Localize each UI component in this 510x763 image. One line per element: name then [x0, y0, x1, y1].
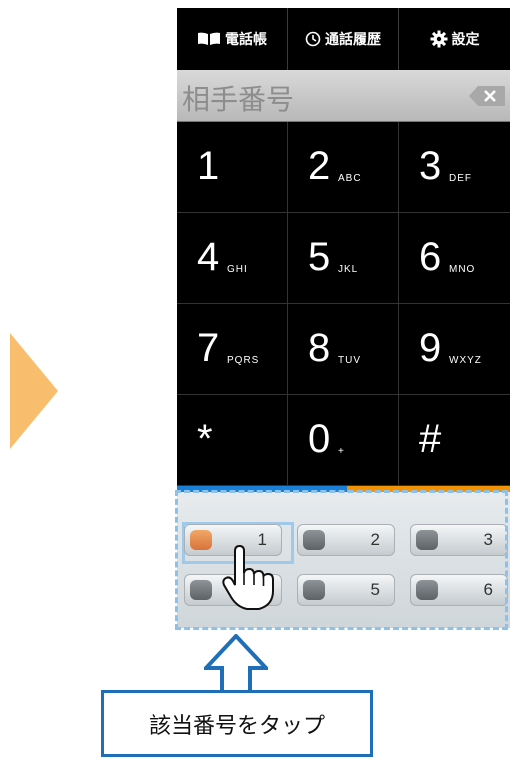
next-arrow-icon [10, 333, 58, 449]
number-placeholder: 相手番号 [182, 83, 295, 116]
key-letters: + [338, 446, 345, 457]
backspace-icon[interactable] [468, 85, 506, 107]
key-3[interactable]: 3 DEF [399, 122, 510, 213]
key-digit: 0 [308, 417, 331, 461]
key-digit: 2 [308, 144, 331, 188]
key-letters: JKL [338, 264, 359, 275]
key-0[interactable]: 0 + [288, 395, 399, 486]
instruction-callout: 該当番号をタップ [101, 690, 373, 757]
key-digit: # [419, 417, 442, 461]
key-digit: 8 [308, 326, 331, 370]
tab-settings-label: 設定 [451, 32, 480, 48]
key-letters: ABC [338, 173, 362, 184]
tab-history[interactable]: 通話履歴 [288, 8, 399, 70]
key-letters: MNO [449, 264, 476, 275]
key-2[interactable]: 2 ABC [288, 122, 399, 213]
key-9[interactable]: 9 WXYZ [399, 304, 510, 395]
key-1[interactable]: 1 [177, 122, 288, 213]
dial-keypad: 1 2 ABC 3 DEF 4 GHI 5 JKL 6 MNO 7 PQRS 8 [177, 122, 510, 486]
key-digit: 3 [419, 144, 442, 188]
key-8[interactable]: 8 TUV [288, 304, 399, 395]
key-letters: GHI [227, 264, 248, 275]
up-arrow-icon [204, 634, 268, 694]
number-display[interactable]: 相手番号 [177, 70, 510, 122]
key-digit: 9 [419, 326, 442, 370]
key-digit: * [197, 417, 213, 461]
key-letters: DEF [449, 173, 472, 184]
key-letters: WXYZ [449, 355, 482, 366]
tab-settings[interactable]: 設定 [399, 8, 510, 70]
key-4[interactable]: 4 GHI [177, 213, 288, 304]
key-digit: 5 [308, 235, 331, 279]
tab-phonebook[interactable]: 電話帳 [177, 8, 288, 70]
pointing-hand-icon [222, 545, 274, 610]
gear-icon [430, 30, 447, 48]
tab-phonebook-label: 電話帳 [225, 32, 267, 48]
clock-icon [305, 31, 321, 47]
key-digit: 7 [197, 326, 220, 370]
key-letters: TUV [338, 355, 361, 366]
tab-history-label: 通話履歴 [325, 32, 381, 48]
key-digit: 1 [197, 144, 220, 188]
key-5[interactable]: 5 JKL [288, 213, 399, 304]
key-digit: 6 [419, 235, 442, 279]
instruction-text: 該当番号をタップ [148, 713, 325, 739]
key-letters: PQRS [227, 355, 260, 366]
tab-bar: 電話帳 通話履歴 設定 [177, 8, 510, 70]
key-star[interactable]: * [177, 395, 288, 486]
key-7[interactable]: 7 PQRS [177, 304, 288, 395]
key-6[interactable]: 6 MNO [399, 213, 510, 304]
book-icon [198, 32, 220, 45]
key-digit: 4 [197, 235, 220, 279]
key-hash[interactable]: # [399, 395, 510, 486]
